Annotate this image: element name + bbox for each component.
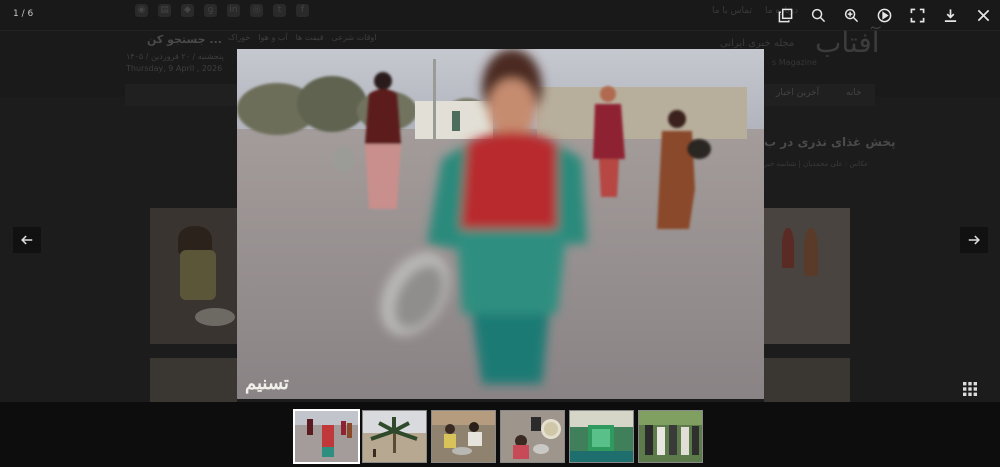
- nav-item-home: خانه: [846, 88, 862, 98]
- arrow-right-icon: [968, 235, 980, 245]
- thumbnails-toggle-icon[interactable]: [769, 0, 802, 30]
- linkedin-icon: in: [227, 4, 240, 17]
- site-logo: آفتاب: [815, 26, 880, 59]
- search-label: جستجو کن ...: [147, 33, 222, 46]
- thumbnail-strip: [0, 402, 1000, 467]
- apple-icon: ◆: [181, 4, 194, 17]
- category-links: خوراک آب و هوا قیمت ها اوقات شرعی: [228, 33, 377, 42]
- watermark-logo: تسنیم: [245, 373, 289, 394]
- google-plus-icon: g: [204, 4, 217, 17]
- category-link: خوراک: [228, 33, 251, 42]
- fullscreen-icon[interactable]: [901, 0, 934, 30]
- thumbnail-girls-with-pots[interactable]: [293, 409, 360, 464]
- background-photo-card: [150, 208, 237, 344]
- thumbnail-palm-tree[interactable]: [362, 410, 427, 463]
- arrow-left-icon: [21, 235, 33, 245]
- image-counter: 1 / 6: [13, 9, 34, 19]
- close-icon[interactable]: [967, 0, 1000, 30]
- thumbnail-shrine-green[interactable]: [569, 410, 634, 463]
- background-photo-card: [764, 358, 850, 402]
- play-icon[interactable]: [868, 0, 901, 30]
- site-logo-subtitle: مجله خبری ایرانی: [720, 38, 795, 49]
- zoom-in-icon[interactable]: [835, 0, 868, 30]
- date-english: Thursday, 9 April , 2026: [126, 64, 223, 73]
- download-icon[interactable]: [934, 0, 967, 30]
- nav-item-latest: آخرین اخبار: [776, 88, 820, 98]
- article-meta: عکاس : علی محمدیان | شناسه خبر: [764, 160, 869, 168]
- article-title: پخش غذای نذری در ب: [764, 135, 896, 149]
- main-photo: تسنیم: [237, 49, 764, 399]
- thumbnail-children-with-bowls[interactable]: [500, 410, 565, 463]
- android-icon: ▤: [158, 4, 171, 17]
- next-image-button[interactable]: [960, 227, 988, 253]
- instagram-icon: ◎: [250, 4, 263, 17]
- category-link: آب و هوا: [258, 33, 288, 42]
- zoom-out-icon[interactable]: [802, 0, 835, 30]
- rss-icon: ◉: [135, 4, 148, 17]
- category-link: قیمت ها: [295, 33, 324, 42]
- background-photo-card: [150, 358, 237, 402]
- facebook-icon: f: [296, 4, 309, 17]
- photo-girls-with-pots: تسنیم: [237, 49, 764, 399]
- prev-image-button[interactable]: [13, 227, 41, 253]
- thumbnail-boy-eating[interactable]: [431, 410, 496, 463]
- contact-link: تماس با ما: [712, 6, 752, 16]
- background-photo-card: [764, 208, 850, 344]
- site-logo-english: s Magazine: [772, 58, 817, 67]
- grid-icon[interactable]: [961, 380, 979, 398]
- twitter-icon: t: [273, 4, 286, 17]
- category-link: اوقات شرعی: [331, 33, 377, 42]
- social-icons: ◉ ▤ ◆ g in ◎ t f: [135, 4, 309, 17]
- lightbox-toolbar: [769, 0, 1000, 30]
- date-persian: پنجشنبه / ۲۰ فروردین / ۱۴۰۵: [126, 52, 224, 61]
- thumbnail-men-gathering[interactable]: [638, 410, 703, 463]
